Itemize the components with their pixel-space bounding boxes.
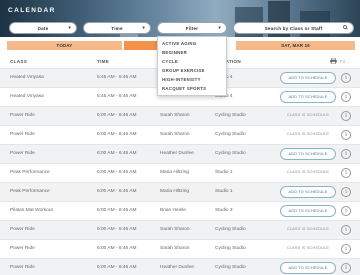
info-icon[interactable]: i [341,225,351,235]
class-instructor[interactable]: Maria Hiltzing [160,189,189,194]
class-time: 6:00 AM - 6:45 AM [97,265,137,270]
info-icon[interactable]: i [341,92,351,102]
search-icon [343,24,348,32]
class-status: CLASS IS SCHEDULE [286,227,330,231]
info-icon[interactable]: i [341,149,351,159]
class-location: Cycling Studio [215,113,246,118]
class-time: 6:00 AM - 6:45 AM [97,246,137,251]
class-time: 5:45 AM - 6:45 AM [97,75,137,80]
class-name[interactable]: Power Ride [10,113,35,118]
day-tab-today[interactable]: TODAY [7,41,122,50]
class-time: 6:00 AM - 6:45 AM [97,189,137,194]
time-label: Time [111,25,123,31]
add-to-schedule-button[interactable]: ADD TO SCHEDULE [280,205,336,217]
print-icon[interactable] [330,58,337,64]
info-icon[interactable]: i [341,130,351,140]
table-row: Peak Performance 6:00 AM - 6:45 AM Maria… [0,182,360,201]
class-name[interactable]: Peak Performance [10,170,50,175]
add-to-schedule-button[interactable]: ADD TO SCHEDULE [280,148,336,160]
class-name[interactable]: Power Ride [10,246,35,251]
class-name[interactable]: Heated Vinyasa [10,75,44,80]
class-time: 5:45 AM - 6:45 AM [97,94,137,99]
filter-label: Filter [185,25,199,31]
table-row: Peak Performance 6:00 AM - 6:45 AM Maria… [0,163,360,182]
class-instructor[interactable]: Maria Hiltzing [160,170,189,175]
table-row: Power Ride 6:00 AM - 6:45 AM Heather Dun… [0,258,360,275]
time-dropdown[interactable]: Time ▾ [83,22,151,34]
info-icon[interactable]: i [341,244,351,254]
class-name[interactable]: Power Ride [10,132,35,137]
class-location: Studio 3 [215,208,233,213]
class-location: Cycling Studio [215,246,246,251]
table-row: Power Ride 6:00 AM - 6:45 AM Sarah Sharo… [0,239,360,258]
class-time: 6:00 AM - 6:45 AM [97,227,137,232]
class-instructor[interactable]: Sarah Sharon [160,246,190,251]
filter-option-active-aging[interactable]: ACTIVE AGING [162,41,196,46]
class-instructor[interactable]: Heather Dunfee [160,151,194,156]
add-to-schedule-button[interactable]: ADD TO SCHEDULE [280,72,336,84]
class-location: Cycling Studio [215,151,246,156]
filter-menu: ACTIVE AGING BEGINNER CYCLE GROUP EXERCI… [157,36,227,96]
filter-bar: Date ▾ Time ▾ Filter ▾ Search by Class o… [0,22,360,36]
info-icon[interactable]: i [341,73,351,83]
info-icon[interactable]: i [341,111,351,121]
column-header-time: TIME [97,59,110,64]
info-icon[interactable]: i [341,206,351,216]
filter-dropdown[interactable]: Filter ▾ [157,22,227,34]
table-row: Power Ride 6:00 AM - 6:45 AM Heather Dun… [0,144,360,163]
class-name[interactable]: Power Ride [10,227,35,232]
class-instructor[interactable]: Heather Dunfee [160,265,194,270]
class-location: Cycling Studio [215,132,246,137]
filter-option-group-exercise[interactable]: GROUP EXERCISE [162,68,205,73]
search-placeholder: Search by Class or Staff [264,25,323,31]
date-dropdown[interactable]: Date ▾ [9,22,77,34]
class-time: 6:00 AM - 6:45 AM [97,151,137,156]
chevron-down-icon: ▾ [218,25,221,30]
class-location: Cycling Studio [215,227,246,232]
class-name[interactable]: Power Ride [10,265,35,270]
class-location: Cycling Studio [215,265,246,270]
class-name[interactable]: Power Ride [10,151,35,156]
chevron-down-icon: ▾ [68,25,71,30]
class-time: 6:00 AM - 6:45 AM [97,170,137,175]
info-icon[interactable]: i [341,187,351,197]
filter-option-racquet-sports[interactable]: RACQUET SPORTS [162,86,206,91]
table-row: Power Ride 6:00 AM - 6:45 AM Sarah Sharo… [0,106,360,125]
filter-link[interactable]: Fil... [340,59,350,64]
class-status: CLASS IS SCHEDULE [286,170,330,174]
class-instructor[interactable]: Sarah Sharon [160,113,190,118]
class-instructor[interactable]: Sarah Sharon [160,227,190,232]
date-label: Date [37,25,49,31]
table-row: Power Ride 6:00 AM - 6:45 AM Sarah Sharo… [0,125,360,144]
class-status: CLASS IS SCHEDULE [286,113,330,117]
filter-option-beginner[interactable]: BEGINNER [162,50,187,55]
table-row: Power Ride 6:00 AM - 6:45 AM Sarah Sharo… [0,220,360,239]
class-time: 6:00 AM - 6:45 AM [97,132,137,137]
info-icon[interactable]: i [341,263,351,273]
class-time: 6:00 AM - 6:45 AM [97,113,137,118]
class-name[interactable]: Peak Performance [10,189,50,194]
info-icon[interactable]: i [341,168,351,178]
search-input[interactable]: Search by Class or Staff [233,22,354,34]
column-header-class: CLASS [10,59,28,64]
class-location: Studio 1 [215,170,233,175]
page-title: CALENDAR [8,7,56,14]
class-instructor[interactable]: Sarah Sharon [160,132,190,137]
add-to-schedule-button[interactable]: ADD TO SCHEDULE [280,186,336,198]
table-row: Pilates Mat Workout 6:00 AM - 6:45 AM Br… [0,201,360,220]
class-location: Studio 1 [215,189,233,194]
filter-option-high-intensity[interactable]: HIGH-INTENSITY [162,77,201,82]
class-instructor[interactable]: Brian Heisle [160,208,186,213]
class-time: 6:00 AM - 6:45 AM [97,208,137,213]
day-tab-saturday[interactable]: SAT, MAR 16 [236,41,355,50]
class-status: CLASS IS SCHEDULE [286,132,330,136]
add-to-schedule-button[interactable]: ADD TO SCHEDULE [280,262,336,274]
filter-option-cycle[interactable]: CYCLE [162,59,178,64]
class-name[interactable]: Heated Vinyasa [10,94,44,99]
day-tab-selected[interactable] [124,41,157,50]
add-to-schedule-button[interactable]: ADD TO SCHEDULE [280,91,336,103]
chevron-down-icon: ▾ [142,25,145,30]
class-name[interactable]: Pilates Mat Workout [10,208,53,213]
class-status: CLASS IS SCHEDULE [286,246,330,250]
